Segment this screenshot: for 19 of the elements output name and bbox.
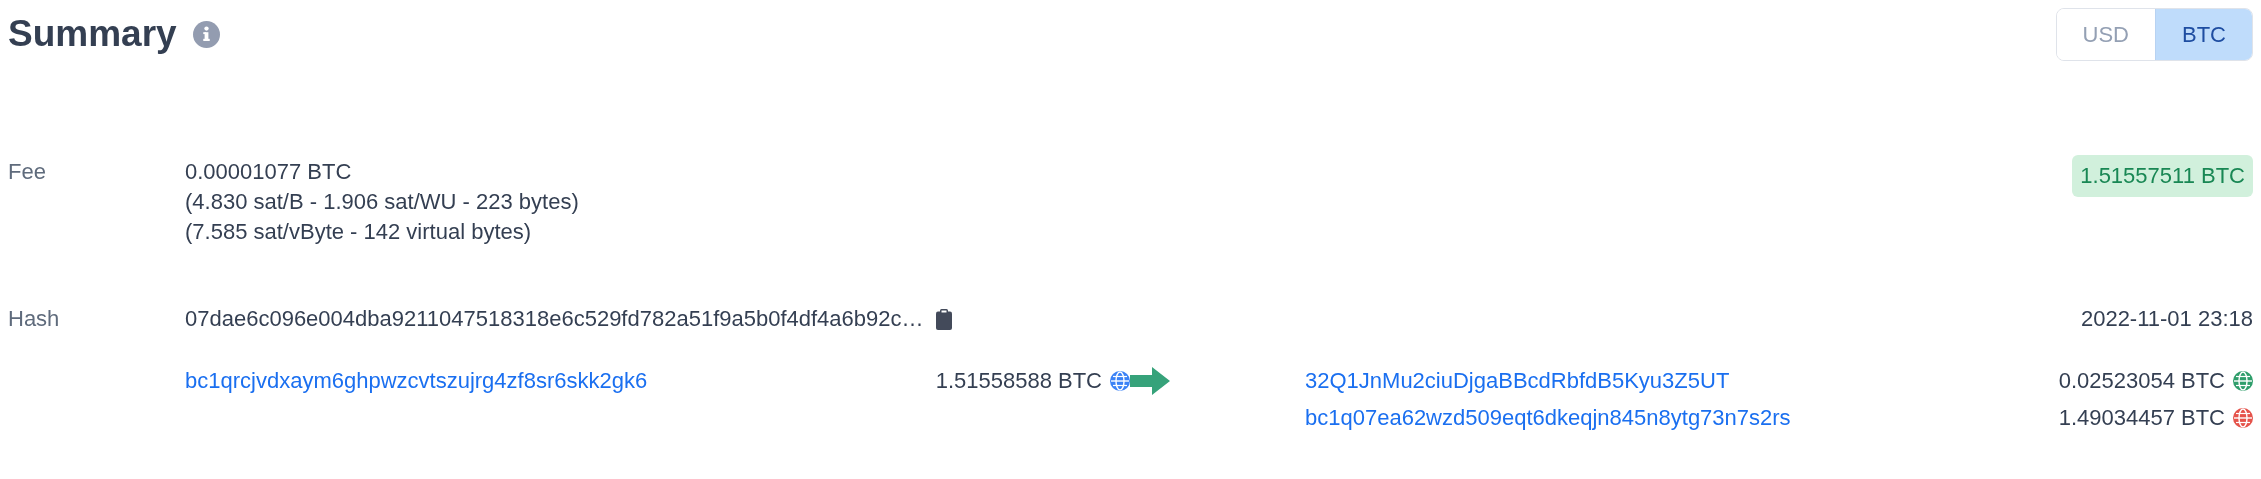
address-link[interactable]: bc1q07ea62wzd509eqt6dkeqjn845n8ytg73n7s2rs [1305,402,1791,433]
fee-label: Fee [8,158,47,186]
info-icon[interactable] [192,20,220,48]
page-title: Summary [8,12,177,56]
total-amount-badge: 1.51557511 BTC [2072,155,2253,197]
amount-text: 0.02523054 BTC [2058,366,2225,395]
fee-text: 0.00001077 BTC [185,158,353,186]
clipboard-icon[interactable] [935,308,952,330]
hash-value: 07dae6c096e004dba9211047518318e6c529fd782a51f9a5b0f4df4a6b92c… [185,305,924,333]
amount-text: 1.49034457 BTC [2058,403,2225,432]
timestamp: 2022-11-01 23:18 [2080,305,2253,333]
hash-label: Hash [8,305,61,333]
currency-toggle-button[interactable]: BTC [2155,9,2252,60]
fee-text: (4.830 sat/B - 1.906 sat/WU - 223 bytes) [185,188,580,216]
address-link[interactable]: 32Q1JnMu2ciuDjgaBBcdRbfdB5Kyu3Z5UT [1305,365,1730,396]
amount-text: 1.51558588 BTC [935,366,1102,395]
address-link[interactable]: bc1qrcjvdxaym6ghpwzcvtszujrg4zf8sr6skk2gk6 [185,365,648,396]
fee-text: (7.585 sat/vByte - 142 virtual bytes) [185,218,533,246]
arrow-icon [1130,366,1170,395]
